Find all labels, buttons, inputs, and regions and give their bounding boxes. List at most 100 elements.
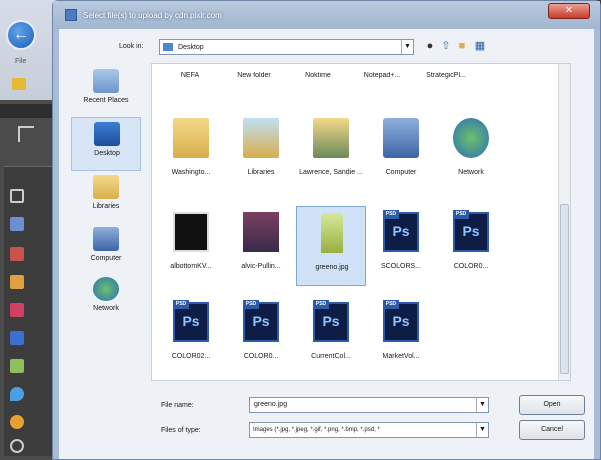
eraser-tool-icon[interactable]: [10, 303, 24, 317]
drop-tool-icon[interactable]: [10, 387, 24, 401]
filetype-select[interactable]: Images (*.jpg, *.jpeg, *.gif, *.png, *.b…: [249, 422, 489, 438]
psd-icon: PSD Ps: [243, 300, 279, 342]
chevron-down-icon[interactable]: ▼: [476, 423, 488, 437]
background-panel-header: [0, 104, 60, 118]
dialog-app-icon: [65, 9, 77, 21]
pencil-tool-icon[interactable]: [10, 275, 24, 289]
view-menu-icon[interactable]: ▦: [473, 39, 487, 53]
desktop-icon: [94, 122, 120, 146]
list-item[interactable]: PSD Ps CurrentCol...: [296, 296, 366, 376]
list-item[interactable]: PSD Ps COLOR0...: [226, 296, 296, 376]
psd-flag: PSD: [383, 210, 399, 219]
place-label: Network: [93, 305, 119, 312]
item-label: Libraries: [247, 169, 275, 176]
item-label: Computer: [385, 169, 417, 176]
psd-flag: PSD: [173, 300, 189, 309]
psd-glyph: Ps: [392, 223, 410, 239]
image-file-icon: [321, 213, 343, 253]
image-file-icon: [243, 212, 279, 252]
item-label: alvic-Pullin...: [241, 263, 281, 270]
dialog-title: Select file(s) to upload by cdn.pixlr.co…: [83, 11, 222, 20]
list-item[interactable]: Washingto...: [156, 112, 226, 192]
computer-icon: [93, 227, 119, 251]
places-bar: Recent Places Desktop Libraries Computer…: [71, 65, 141, 445]
open-button[interactable]: Open: [519, 395, 585, 415]
psd-icon: PSD Ps: [383, 210, 419, 252]
select-tool-icon[interactable]: [10, 189, 24, 203]
psd-glyph: Ps: [322, 313, 340, 329]
psd-flag: PSD: [243, 300, 259, 309]
chevron-down-icon[interactable]: ▼: [476, 398, 488, 412]
list-item[interactable]: Notepad+...: [352, 72, 412, 79]
list-item[interactable]: StrategicPl...: [416, 72, 476, 79]
lookin-dropdown[interactable]: Desktop ▼: [159, 39, 414, 55]
filename-input[interactable]: greeno.jpg ▼: [249, 397, 489, 413]
list-item[interactable]: Libraries: [226, 112, 296, 192]
psd-flag: PSD: [383, 300, 399, 309]
zoom-tool-icon[interactable]: [10, 439, 24, 453]
favorites-star-icon[interactable]: [12, 78, 26, 90]
crop-tool-icon[interactable]: [18, 126, 34, 142]
image-file-icon: [173, 212, 209, 252]
desktop-folder-icon: [163, 43, 173, 51]
background-file-menu[interactable]: File: [15, 58, 26, 65]
item-label: COLOR02...: [171, 353, 211, 360]
scrollbar-thumb[interactable]: [560, 204, 569, 374]
cancel-button[interactable]: Cancel: [519, 420, 585, 440]
place-desktop[interactable]: Desktop: [71, 117, 141, 171]
psd-icon: PSD Ps: [453, 210, 489, 252]
item-label: CurrentCol...: [311, 353, 351, 360]
item-label: albottomKV...: [170, 263, 212, 270]
up-folder-icon[interactable]: ⇧: [439, 39, 453, 53]
list-item[interactable]: Computer: [366, 112, 436, 192]
filename-label: File name:: [161, 402, 194, 409]
lasso-tool-icon[interactable]: [10, 217, 24, 231]
item-label: Washingto...: [171, 169, 211, 176]
dialog-titlebar[interactable]: Select file(s) to upload by cdn.pixlr.co…: [53, 1, 600, 29]
item-label: Lawrence, Sandie ...: [299, 169, 363, 176]
background-app-toolbar: [0, 0, 60, 100]
place-label: Desktop: [94, 150, 120, 157]
psd-icon: PSD Ps: [173, 300, 209, 342]
list-item[interactable]: albottomKV...: [156, 206, 226, 286]
place-label: Recent Places: [83, 97, 129, 104]
place-libraries[interactable]: Libraries: [71, 171, 141, 225]
dodge-tool-icon[interactable]: [10, 415, 24, 429]
recent-places-icon: [93, 69, 119, 93]
vertical-scrollbar[interactable]: [558, 64, 570, 380]
lookin-label: Look in:: [119, 43, 144, 50]
dialog-client: Look in: Desktop ▼ ● ⇧ ■ ▦ Recent Places…: [59, 29, 594, 459]
tool-palette: [4, 166, 52, 456]
list-item[interactable]: New folder: [224, 72, 284, 79]
list-item[interactable]: Lawrence, Sandie ...: [296, 112, 366, 192]
place-recent-places[interactable]: Recent Places: [71, 65, 141, 119]
close-button[interactable]: ✕: [548, 3, 590, 19]
clone-tool-icon[interactable]: [10, 359, 24, 373]
network-icon: [453, 118, 489, 158]
list-item[interactable]: NEFA: [160, 72, 220, 79]
item-label: SCOLORS...: [380, 263, 422, 270]
list-item[interactable]: alvic-Pullin...: [226, 206, 296, 286]
psd-flag: PSD: [313, 300, 329, 309]
chevron-down-icon[interactable]: ▼: [401, 40, 413, 54]
file-list-view[interactable]: NEFA New folder Noktime Notepad+... Stra…: [151, 63, 571, 381]
list-item[interactable]: PSD Ps COLOR02...: [156, 296, 226, 376]
brush-tool-icon[interactable]: [10, 247, 24, 261]
filetype-value: Images (*.jpg, *.jpeg, *.gif, *.png, *.b…: [253, 427, 380, 433]
new-folder-icon[interactable]: ■: [455, 39, 469, 53]
place-network[interactable]: Network: [71, 273, 141, 327]
list-item[interactable]: PSD Ps SCOLORS...: [366, 206, 436, 286]
list-item[interactable]: Network: [436, 112, 506, 192]
list-item[interactable]: Noktime: [288, 72, 348, 79]
background-app: ← File: [0, 0, 60, 460]
back-icon[interactable]: ●: [423, 39, 437, 53]
list-item[interactable]: greeno.jpg: [296, 206, 366, 286]
item-label: COLOR0...: [243, 353, 279, 360]
libraries-icon: [243, 118, 279, 158]
fill-tool-icon[interactable]: [10, 331, 24, 345]
list-item[interactable]: PSD Ps MarketVol...: [366, 296, 436, 376]
place-computer[interactable]: Computer: [71, 223, 141, 277]
back-arrow-icon[interactable]: ←: [6, 20, 36, 50]
folder-icon: [173, 118, 209, 158]
list-item[interactable]: PSD Ps COLOR0...: [436, 206, 506, 286]
